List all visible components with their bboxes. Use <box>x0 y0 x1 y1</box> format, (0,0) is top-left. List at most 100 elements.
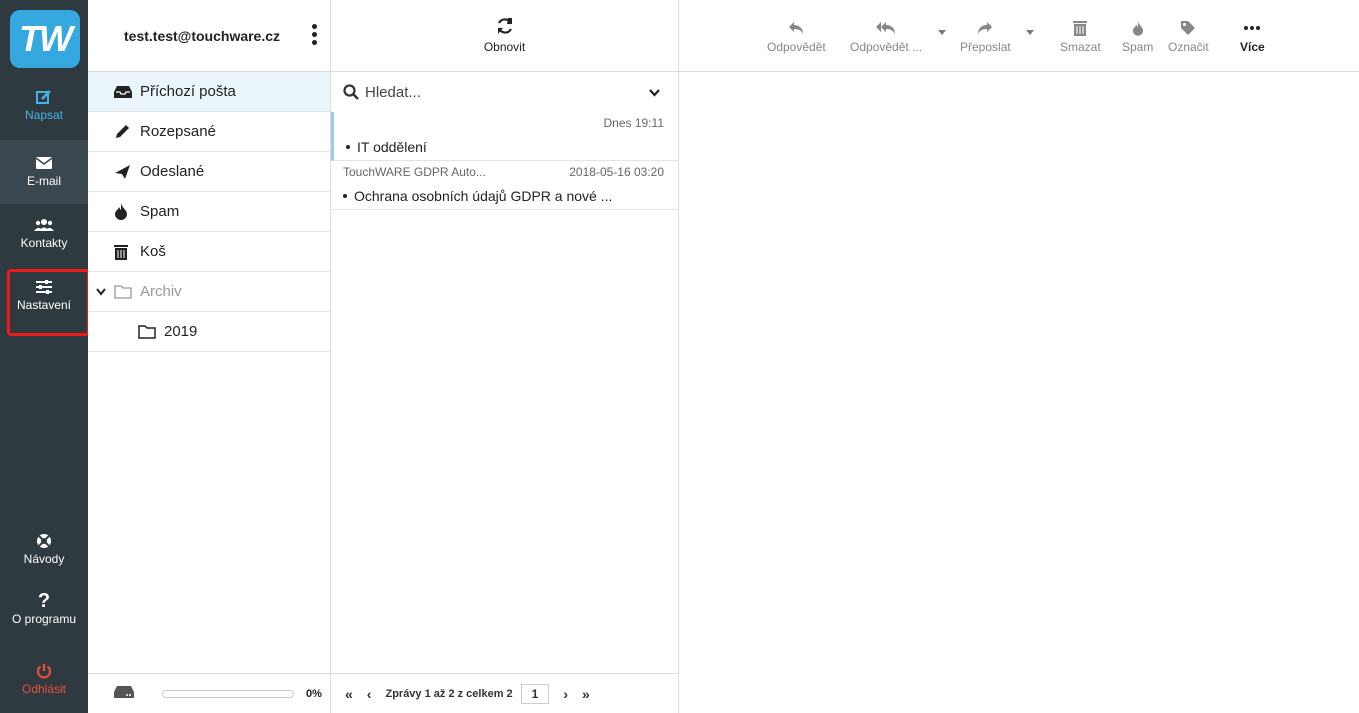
reply-button[interactable]: Odpovědět <box>767 16 826 54</box>
pager: « ‹ Zprávy 1 až 2 z celkem 2 1 › » <box>331 673 679 713</box>
left-rail: TW Napsat E-mail Kontakty Nastavení Návo… <box>0 0 90 713</box>
rail-guides[interactable]: Návody <box>0 530 88 576</box>
folder-archive-2019[interactable]: 2019 <box>88 312 330 352</box>
previous-page-button[interactable]: ‹ <box>367 686 372 702</box>
sliders-icon <box>36 276 52 298</box>
more-label: Více <box>1240 40 1265 54</box>
rail-about[interactable]: ? O programu <box>0 590 88 640</box>
search-options-chevron-icon[interactable] <box>649 84 660 101</box>
folder-archive-2019-label: 2019 <box>164 323 198 340</box>
message-subject-line: Ochrana osobních údajů GDPR a nové ... <box>343 183 664 209</box>
reply-icon <box>788 16 804 40</box>
forward-button[interactable]: Přeposlat <box>960 16 1011 54</box>
rail-logout[interactable]: Odhlásit <box>0 660 88 706</box>
chevron-down-icon[interactable] <box>96 287 114 296</box>
account-email: test.test@touchware.cz <box>124 27 281 44</box>
trash-icon <box>114 244 140 260</box>
tag-icon <box>1180 16 1196 40</box>
folder-inbox-label: Příchozí pošta <box>140 83 236 100</box>
folder-drafts[interactable]: Rozepsané <box>88 112 330 152</box>
message-list-panel: Obnovit Hledat... Dnes 19:11 IT oddělení <box>331 0 679 713</box>
rail-settings-label: Nastavení <box>16 298 72 312</box>
folder-sent-label: Odeslané <box>140 163 205 180</box>
storage-bar <box>162 689 294 698</box>
rail-email[interactable]: E-mail <box>0 140 88 204</box>
delete-button[interactable]: Smazat <box>1060 16 1101 54</box>
mark-button[interactable]: Označit <box>1168 16 1209 54</box>
rail-logout-label: Odhlásit <box>21 682 67 696</box>
first-page-button[interactable]: « <box>345 686 353 702</box>
mark-label: Označit <box>1168 40 1209 54</box>
account-header: test.test@touchware.cz <box>88 0 330 72</box>
users-icon <box>34 214 54 236</box>
rail-contacts[interactable]: Kontakty <box>0 214 88 266</box>
fire-icon <box>114 203 140 220</box>
spam-button[interactable]: Spam <box>1122 16 1153 54</box>
compose-icon <box>36 86 52 108</box>
message-toolbar: Odpovědět Odpovědět ... Přeposlat Smazat <box>679 0 1359 72</box>
paper-plane-icon <box>114 164 140 180</box>
reply-all-dropdown-icon[interactable] <box>938 30 946 35</box>
spam-label: Spam <box>1122 40 1154 54</box>
folder-icon <box>114 284 140 299</box>
life-ring-icon <box>36 530 52 552</box>
rail-compose[interactable]: Napsat <box>0 86 88 140</box>
folder-panel: test.test@touchware.cz Příchozí pošta Ro… <box>88 0 331 713</box>
folder-archive[interactable]: Archiv <box>88 272 330 312</box>
more-button[interactable]: Více <box>1240 16 1265 54</box>
app-logo[interactable]: TW <box>10 10 80 68</box>
rail-guides-label: Návody <box>23 552 65 566</box>
folder-archive-label: Archiv <box>140 283 182 300</box>
message-row[interactable]: Dnes 19:11 IT oddělení <box>331 112 678 161</box>
question-icon: ? <box>37 589 51 612</box>
reply-all-label: Odpovědět ... <box>850 40 923 54</box>
next-page-button[interactable]: › <box>563 686 568 702</box>
rail-about-label: O programu <box>11 612 77 626</box>
pencil-icon <box>114 124 140 140</box>
search-icon <box>343 84 359 100</box>
rail-settings[interactable]: Nastavení <box>0 276 88 332</box>
refresh-button[interactable]: Obnovit <box>331 0 678 72</box>
folder-sent[interactable]: Odeslané <box>88 152 330 192</box>
search-bar[interactable]: Hledat... <box>331 72 678 112</box>
envelope-icon <box>36 152 52 174</box>
reply-all-icon <box>876 16 896 40</box>
forward-label: Přeposlat <box>960 40 1011 54</box>
message-meta: Dnes 19:11 <box>346 112 665 134</box>
message-row[interactable]: TouchWARE GDPR Auto... 2018-05-16 03:20 … <box>331 161 678 210</box>
forward-icon <box>977 16 993 40</box>
inbox-icon <box>114 85 140 98</box>
page-number-input[interactable]: 1 <box>520 683 550 704</box>
folder-inbox[interactable]: Příchozí pošta <box>88 72 330 112</box>
folder-spam-label: Spam <box>140 203 180 220</box>
last-page-button[interactable]: » <box>582 686 590 702</box>
search-input[interactable]: Hledat... <box>365 84 421 101</box>
reply-all-button[interactable]: Odpovědět ... <box>850 16 922 54</box>
storage-percent: 0% <box>306 687 322 700</box>
forward-dropdown-icon[interactable] <box>1026 30 1034 35</box>
fire-icon <box>1132 16 1144 40</box>
message-subject: IT oddělení <box>357 139 427 155</box>
trash-icon <box>1073 16 1088 40</box>
bullet-icon <box>346 145 350 149</box>
folder-trash-label: Koš <box>140 243 166 260</box>
message-date: Dnes 19:11 <box>603 116 665 130</box>
message-subject: Ochrana osobních údajů GDPR a nové ... <box>354 188 613 204</box>
folder-trash[interactable]: Koš <box>88 232 330 272</box>
refresh-icon <box>496 17 514 38</box>
account-menu-icon[interactable] <box>304 24 324 45</box>
hdd-icon <box>114 686 134 701</box>
folder-drafts-label: Rozepsané <box>140 123 216 140</box>
reply-label: Odpovědět <box>767 40 826 54</box>
delete-label: Smazat <box>1060 40 1101 54</box>
bullet-icon <box>343 194 347 198</box>
ellipsis-icon <box>1244 16 1261 40</box>
mail-app: TW Napsat E-mail Kontakty Nastavení Návo… <box>0 0 1359 713</box>
rail-compose-label: Napsat <box>24 108 64 122</box>
folder-spam[interactable]: Spam <box>88 192 330 232</box>
refresh-label: Obnovit <box>483 40 526 54</box>
pager-text: Zprávy 1 až 2 z celkem 2 <box>385 687 513 700</box>
message-subject-line: IT oddělení <box>346 134 664 160</box>
rail-contacts-label: Kontakty <box>20 236 68 250</box>
folder-icon <box>138 324 164 339</box>
